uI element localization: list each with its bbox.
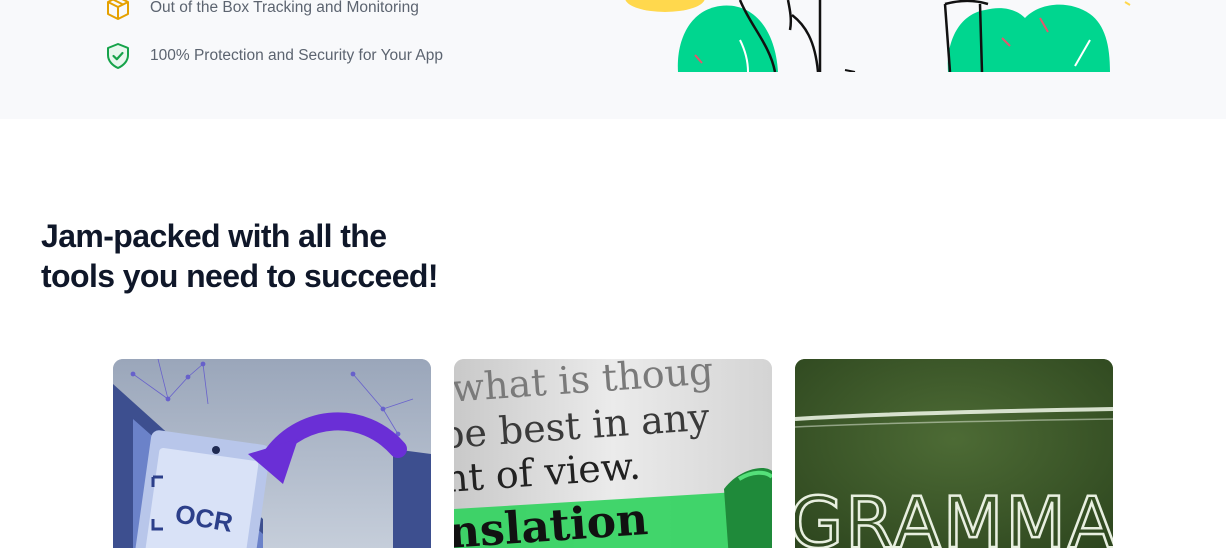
feature-label: Out of the Box Tracking and Monitoring bbox=[150, 0, 419, 16]
feature-label: 100% Protection and Security for Your Ap… bbox=[150, 47, 443, 64]
features-band: Out of the Box Tracking and Monitoring 1… bbox=[0, 0, 1226, 119]
box-icon bbox=[103, 0, 133, 23]
section-heading: Jam-packed with all the tools you need t… bbox=[41, 216, 439, 296]
translation-image: what is thoug be best in any nt of view.… bbox=[454, 359, 772, 548]
section-heading-line-2: tools you need to succeed! bbox=[41, 258, 439, 294]
ocr-image: OCR bbox=[113, 359, 431, 548]
tool-card-translation[interactable]: what is thoug be best in any nt of view.… bbox=[454, 359, 772, 548]
grammar-image-text: GRAMMAR bbox=[795, 482, 1113, 548]
feature-item-tracking: Out of the Box Tracking and Monitoring bbox=[103, 0, 419, 23]
feature-item-security: 100% Protection and Security for Your Ap… bbox=[103, 41, 443, 71]
section-heading-line-1: Jam-packed with all the bbox=[41, 218, 387, 254]
feature-list: Out of the Box Tracking and Monitoring 1… bbox=[103, 0, 523, 119]
hero-illustration bbox=[620, 0, 1140, 72]
shield-check-icon bbox=[103, 41, 133, 71]
tool-card-ocr[interactable]: OCR bbox=[113, 359, 431, 548]
tool-card-grammar[interactable]: GRAMMAR bbox=[795, 359, 1113, 548]
grammar-image: GRAMMAR bbox=[795, 359, 1113, 548]
